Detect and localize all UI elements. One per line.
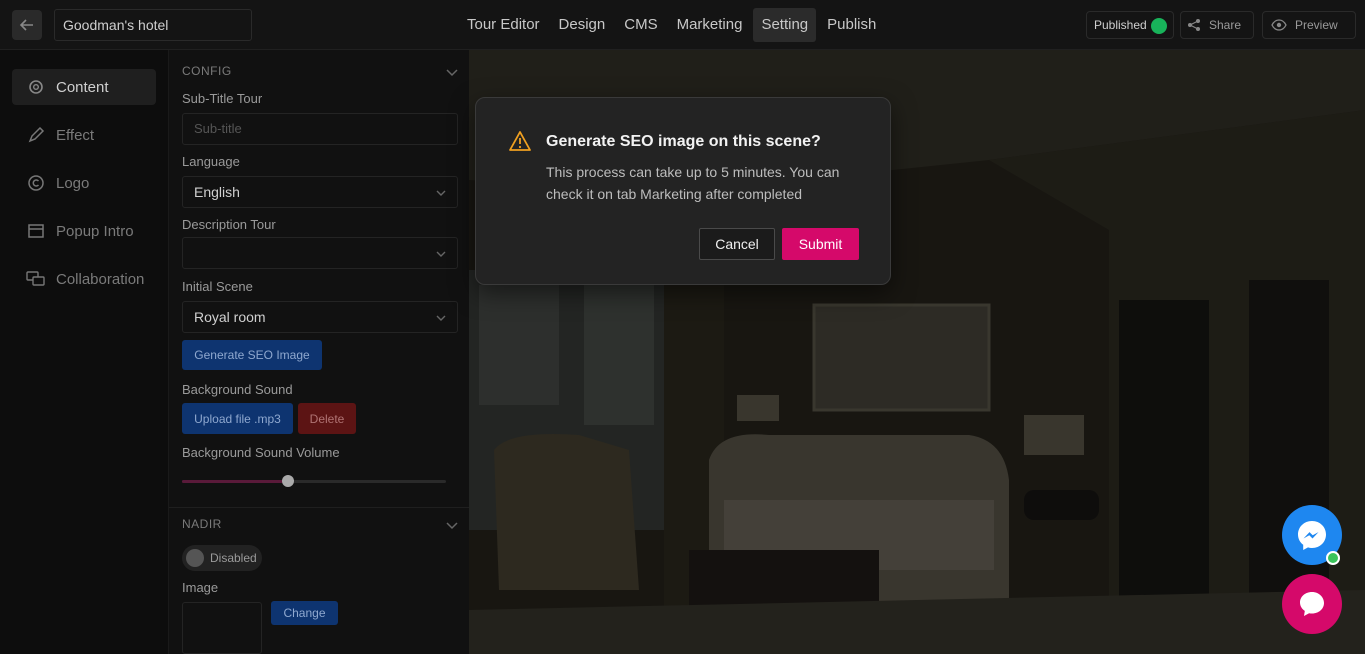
status-label: Published	[1094, 18, 1147, 32]
tab-tour-editor[interactable]: Tour Editor	[459, 8, 548, 42]
online-status-dot	[1326, 551, 1340, 565]
preview-label: Preview	[1295, 18, 1338, 32]
nadir-image-label: Image	[182, 580, 219, 595]
chevron-down-icon	[436, 251, 446, 257]
live-chat-button[interactable]	[1282, 574, 1342, 634]
sidebar-item-label: Logo	[56, 174, 90, 192]
chevron-down-icon[interactable]	[445, 519, 459, 533]
initial-scene-value: Royal room	[194, 309, 266, 325]
sidebar-item-label: Content	[56, 78, 109, 96]
preview-button[interactable]: Preview	[1262, 11, 1356, 39]
dialog-message: This process can take up to 5 minutes. Y…	[546, 164, 840, 202]
app-root: Goodman's hotel Tour Editor Design CMS M…	[0, 0, 1365, 654]
config-section-title: CONFIG	[182, 64, 232, 78]
generate-seo-button[interactable]: Generate SEO Image	[182, 340, 322, 370]
chat-bubbles-icon	[26, 269, 46, 289]
chevron-down-icon	[436, 315, 446, 321]
status-dot	[1151, 18, 1167, 34]
tab-marketing[interactable]: Marketing	[669, 8, 751, 42]
bg-sound-label: Background Sound	[182, 382, 293, 397]
chevron-down-icon	[436, 190, 446, 196]
section-divider	[169, 507, 470, 508]
tour-name-input[interactable]: Goodman's hotel	[54, 9, 252, 41]
main-nav: Tour Editor Design CMS Marketing Setting…	[459, 8, 887, 42]
description-select[interactable]	[182, 237, 458, 269]
sidebar-item-label: Collaboration	[56, 270, 145, 288]
tab-setting[interactable]: Setting	[753, 8, 817, 42]
eye-icon	[1271, 19, 1287, 31]
back-button[interactable]	[12, 10, 42, 40]
warning-icon	[509, 131, 531, 151]
language-select[interactable]: English	[182, 176, 458, 208]
messenger-icon	[1298, 521, 1326, 550]
arrow-left-icon	[19, 19, 33, 31]
sidebar-item-collaboration[interactable]: Collaboration	[12, 261, 156, 297]
dialog-title: Generate SEO image on this scene?	[546, 133, 821, 150]
nadir-image-preview	[182, 602, 262, 654]
bg-volume-label: Background Sound Volume	[182, 445, 340, 460]
gear-icon	[26, 77, 46, 97]
initial-scene-select[interactable]: Royal room	[182, 301, 458, 333]
nadir-toggle[interactable]: Disabled	[182, 545, 262, 571]
toggle-label: Disabled	[210, 551, 257, 565]
nadir-section-title: NADIR	[182, 517, 222, 531]
toggle-knob	[186, 549, 204, 567]
published-status[interactable]: Published	[1086, 11, 1174, 39]
config-panel: CONFIG Sub-Title Tour Sub-title Language…	[168, 50, 470, 654]
seo-confirm-dialog: Generate SEO image on this scene? This p…	[475, 97, 891, 285]
language-label: Language	[182, 154, 240, 169]
subtitle-input[interactable]: Sub-title	[182, 113, 458, 145]
change-image-button[interactable]: Change	[271, 601, 338, 625]
description-label: Description Tour	[182, 217, 276, 232]
subtitle-label: Sub-Title Tour	[182, 91, 263, 106]
language-value: English	[194, 184, 240, 200]
share-label: Share	[1209, 18, 1242, 32]
sidebar: Content Effect Logo Popup Intro Collabor…	[0, 50, 168, 654]
sidebar-item-label: Popup Intro	[56, 222, 134, 240]
window-icon	[26, 221, 46, 241]
copyright-icon	[26, 173, 46, 193]
chat-bubble-icon	[1300, 592, 1324, 616]
sidebar-item-label: Effect	[56, 126, 95, 144]
cancel-button[interactable]: Cancel	[699, 228, 775, 260]
sidebar-item-content[interactable]: Content	[12, 69, 156, 105]
top-bar: Goodman's hotel Tour Editor Design CMS M…	[0, 0, 1365, 50]
share-button[interactable]: Share	[1180, 11, 1254, 39]
volume-slider-fill	[182, 480, 288, 483]
pencil-icon	[26, 125, 46, 145]
volume-slider[interactable]	[182, 475, 446, 487]
initial-scene-label: Initial Scene	[182, 279, 253, 294]
chevron-down-icon[interactable]	[445, 66, 459, 80]
tab-design[interactable]: Design	[551, 8, 614, 42]
tab-publish[interactable]: Publish	[819, 8, 884, 42]
submit-button[interactable]: Submit	[782, 228, 859, 260]
sidebar-item-effect[interactable]: Effect	[12, 117, 156, 153]
tab-cms[interactable]: CMS	[616, 8, 665, 42]
share-icon	[1188, 19, 1200, 31]
volume-slider-thumb[interactable]	[282, 475, 294, 487]
upload-mp3-button[interactable]: Upload file .mp3	[182, 403, 293, 434]
sidebar-item-popup-intro[interactable]: Popup Intro	[12, 213, 156, 249]
delete-sound-button[interactable]: Delete	[298, 403, 356, 434]
sidebar-item-logo[interactable]: Logo	[12, 165, 156, 201]
